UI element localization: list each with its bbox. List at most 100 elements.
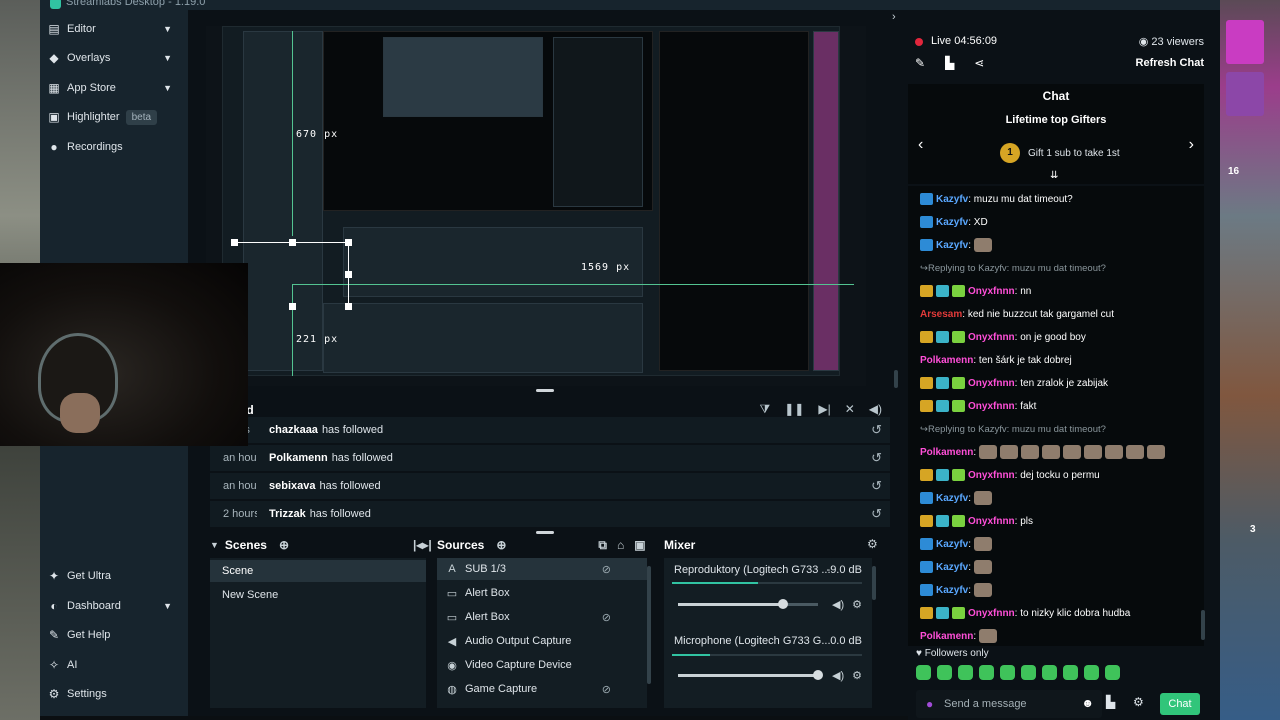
visibility-off-icon[interactable]: ⊘ (602, 563, 611, 576)
scroll-down-icon[interactable]: ⇊ (1050, 170, 1058, 181)
sidebar-item-dashboard[interactable]: ◐ Dashboard ▼ (48, 594, 180, 618)
resize-handle[interactable] (289, 303, 296, 310)
chat-username[interactable]: Kazyfv (936, 493, 968, 504)
chat-username[interactable]: Onyxfnnn (968, 470, 1015, 481)
source-item[interactable]: ▭ Alert Box ⊘ (437, 606, 647, 628)
visibility-off-icon[interactable]: ⊘ (602, 611, 611, 624)
chat-username[interactable]: Onyxfnnn (968, 378, 1015, 389)
edit-icon[interactable]: ✎ (915, 56, 925, 70)
share-icon[interactable]: ⋖ (974, 56, 984, 70)
replay-icon[interactable]: ↺ (871, 506, 882, 522)
speaker-icon[interactable]: ◀) (832, 669, 844, 682)
source-item[interactable]: ◍ Game Capture ⊘ (437, 678, 647, 700)
replay-icon[interactable]: ↺ (871, 478, 882, 494)
skip-icon[interactable]: ▶| (818, 402, 830, 417)
sidebar-item-recordings[interactable]: ● Recordings (48, 135, 180, 159)
volume-icon[interactable]: ◀) (869, 402, 882, 417)
chat-username[interactable]: Polkamenn (920, 631, 973, 642)
source-item[interactable]: A SUB 1/3 ⊘ (437, 558, 647, 580)
chat-username[interactable]: Kazyfv (936, 240, 968, 251)
chevron-left-icon[interactable]: ‹ (918, 136, 923, 154)
sidebar-item-overlays[interactable]: ◆ Overlays ▼ (48, 46, 180, 70)
emote-icon[interactable] (937, 665, 952, 680)
chat-username[interactable]: Kazyfv (936, 585, 968, 596)
sidebar-item-settings[interactable]: ⚙ Settings (48, 682, 180, 706)
chevron-down-icon[interactable]: ▼ (163, 601, 172, 611)
scene-transition-icon[interactable]: |◂▸| (413, 538, 432, 552)
source-item[interactable]: ◀ Audio Output Capture (437, 630, 647, 652)
chat-username[interactable]: Arsesam (920, 309, 962, 320)
chevron-down-icon[interactable]: ▼ (210, 540, 219, 550)
store-icon[interactable]: ▙ (945, 56, 954, 70)
add-scene-icon[interactable]: ⊕ (279, 538, 289, 552)
source-item[interactable]: ◉ Video Capture Device (437, 654, 647, 676)
emote-icon[interactable] (1000, 665, 1015, 680)
resize-grip[interactable] (536, 389, 554, 392)
chevron-down-icon[interactable]: ▼ (163, 24, 172, 34)
emoji-icon[interactable]: ☻ (1081, 696, 1094, 710)
source-settings-icon[interactable]: ▣ (634, 538, 645, 552)
source-group-icon[interactable]: ⌂ (617, 538, 624, 552)
volume-slider-knob[interactable] (813, 670, 823, 680)
resize-handle[interactable] (345, 271, 352, 278)
chat-username[interactable]: Kazyfv (936, 539, 968, 550)
volume-slider[interactable] (678, 670, 823, 680)
filter-icon[interactable]: ⧩ (760, 402, 771, 417)
source-folder-icon[interactable]: ⧉ (598, 538, 607, 553)
collapse-chevron-icon[interactable]: › (892, 11, 896, 23)
chevron-down-icon[interactable]: ▼ (163, 53, 172, 63)
volume-slider[interactable] (678, 599, 818, 609)
resize-handle[interactable] (345, 303, 352, 310)
chat-input-box[interactable]: ● ☻ (916, 690, 1102, 718)
chat-username[interactable]: Onyxfnnn (968, 516, 1015, 527)
add-source-icon[interactable]: ⊕ (496, 538, 506, 552)
sidebar-item-get-ultra[interactable]: ✦ Get Ultra (48, 564, 180, 588)
chevron-down-icon[interactable]: ▼ (163, 83, 172, 93)
chat-username[interactable]: Onyxfnnn (968, 608, 1015, 619)
emote-icon[interactable] (979, 665, 994, 680)
sidebar-item-ai[interactable]: ✧ AI (48, 653, 180, 677)
mute-icon[interactable]: ✕ (845, 402, 855, 417)
chat-username[interactable]: Kazyfv (936, 562, 968, 573)
chat-username[interactable]: Onyxfnnn (968, 286, 1015, 297)
refresh-chat-button[interactable]: Refresh Chat (1136, 57, 1204, 69)
chat-username[interactable]: Kazyfv (936, 217, 968, 228)
scene-item[interactable]: Scene (210, 560, 426, 582)
resize-handle[interactable] (231, 239, 238, 246)
chat-username[interactable]: Kazyfv (936, 194, 968, 205)
source-item[interactable]: ▭ Alert Box (437, 582, 647, 604)
scene-item[interactable]: New Scene (210, 584, 426, 606)
resize-handle[interactable] (345, 239, 352, 246)
emote-icon[interactable] (1105, 665, 1120, 680)
chat-username[interactable]: Polkamenn (920, 355, 973, 366)
chat-username[interactable]: Onyxfnnn (968, 401, 1015, 412)
sidebar-item-get-help[interactable]: ✎ Get Help (48, 623, 180, 647)
chevron-right-icon[interactable]: › (1189, 136, 1194, 154)
chat-message-input[interactable] (944, 694, 1072, 714)
emote-icon[interactable] (1021, 665, 1036, 680)
replay-icon[interactable]: ↺ (871, 450, 882, 466)
sources-scrollbar[interactable] (647, 566, 651, 684)
chat-settings-icon[interactable]: ⚙ (1133, 695, 1144, 709)
sidebar-item-app-store[interactable]: ▦ App Store ▼ (48, 76, 180, 100)
emote-icon[interactable] (1063, 665, 1078, 680)
chat-username[interactable]: Onyxfnnn (968, 332, 1015, 343)
pause-icon[interactable]: ❚❚ (784, 402, 804, 417)
sidebar-item-highlighter[interactable]: ▣ Highlighter beta (48, 105, 180, 129)
chat-username[interactable]: Polkamenn (920, 447, 973, 458)
resize-handle[interactable] (289, 239, 296, 246)
studio-preview[interactable]: 670 px 1569 px 221 px (206, 26, 866, 386)
store-icon[interactable]: ▙ (1106, 695, 1115, 709)
gear-icon[interactable]: ⚙ (852, 669, 862, 682)
replay-icon[interactable]: ↺ (871, 422, 882, 438)
microphone-icon[interactable]: ● (926, 697, 933, 711)
mixer-settings-icon[interactable]: ⚙ (867, 537, 878, 551)
volume-slider-knob[interactable] (778, 599, 788, 609)
chat-scrollbar[interactable] (1201, 610, 1205, 640)
emote-icon[interactable] (1084, 665, 1099, 680)
chat-send-button[interactable]: Chat (1160, 693, 1200, 715)
gear-icon[interactable]: ⚙ (852, 598, 862, 611)
emote-icon[interactable] (916, 665, 931, 680)
emote-icon[interactable] (1042, 665, 1057, 680)
sidebar-item-editor[interactable]: ▤ Editor ▼ (48, 17, 180, 41)
